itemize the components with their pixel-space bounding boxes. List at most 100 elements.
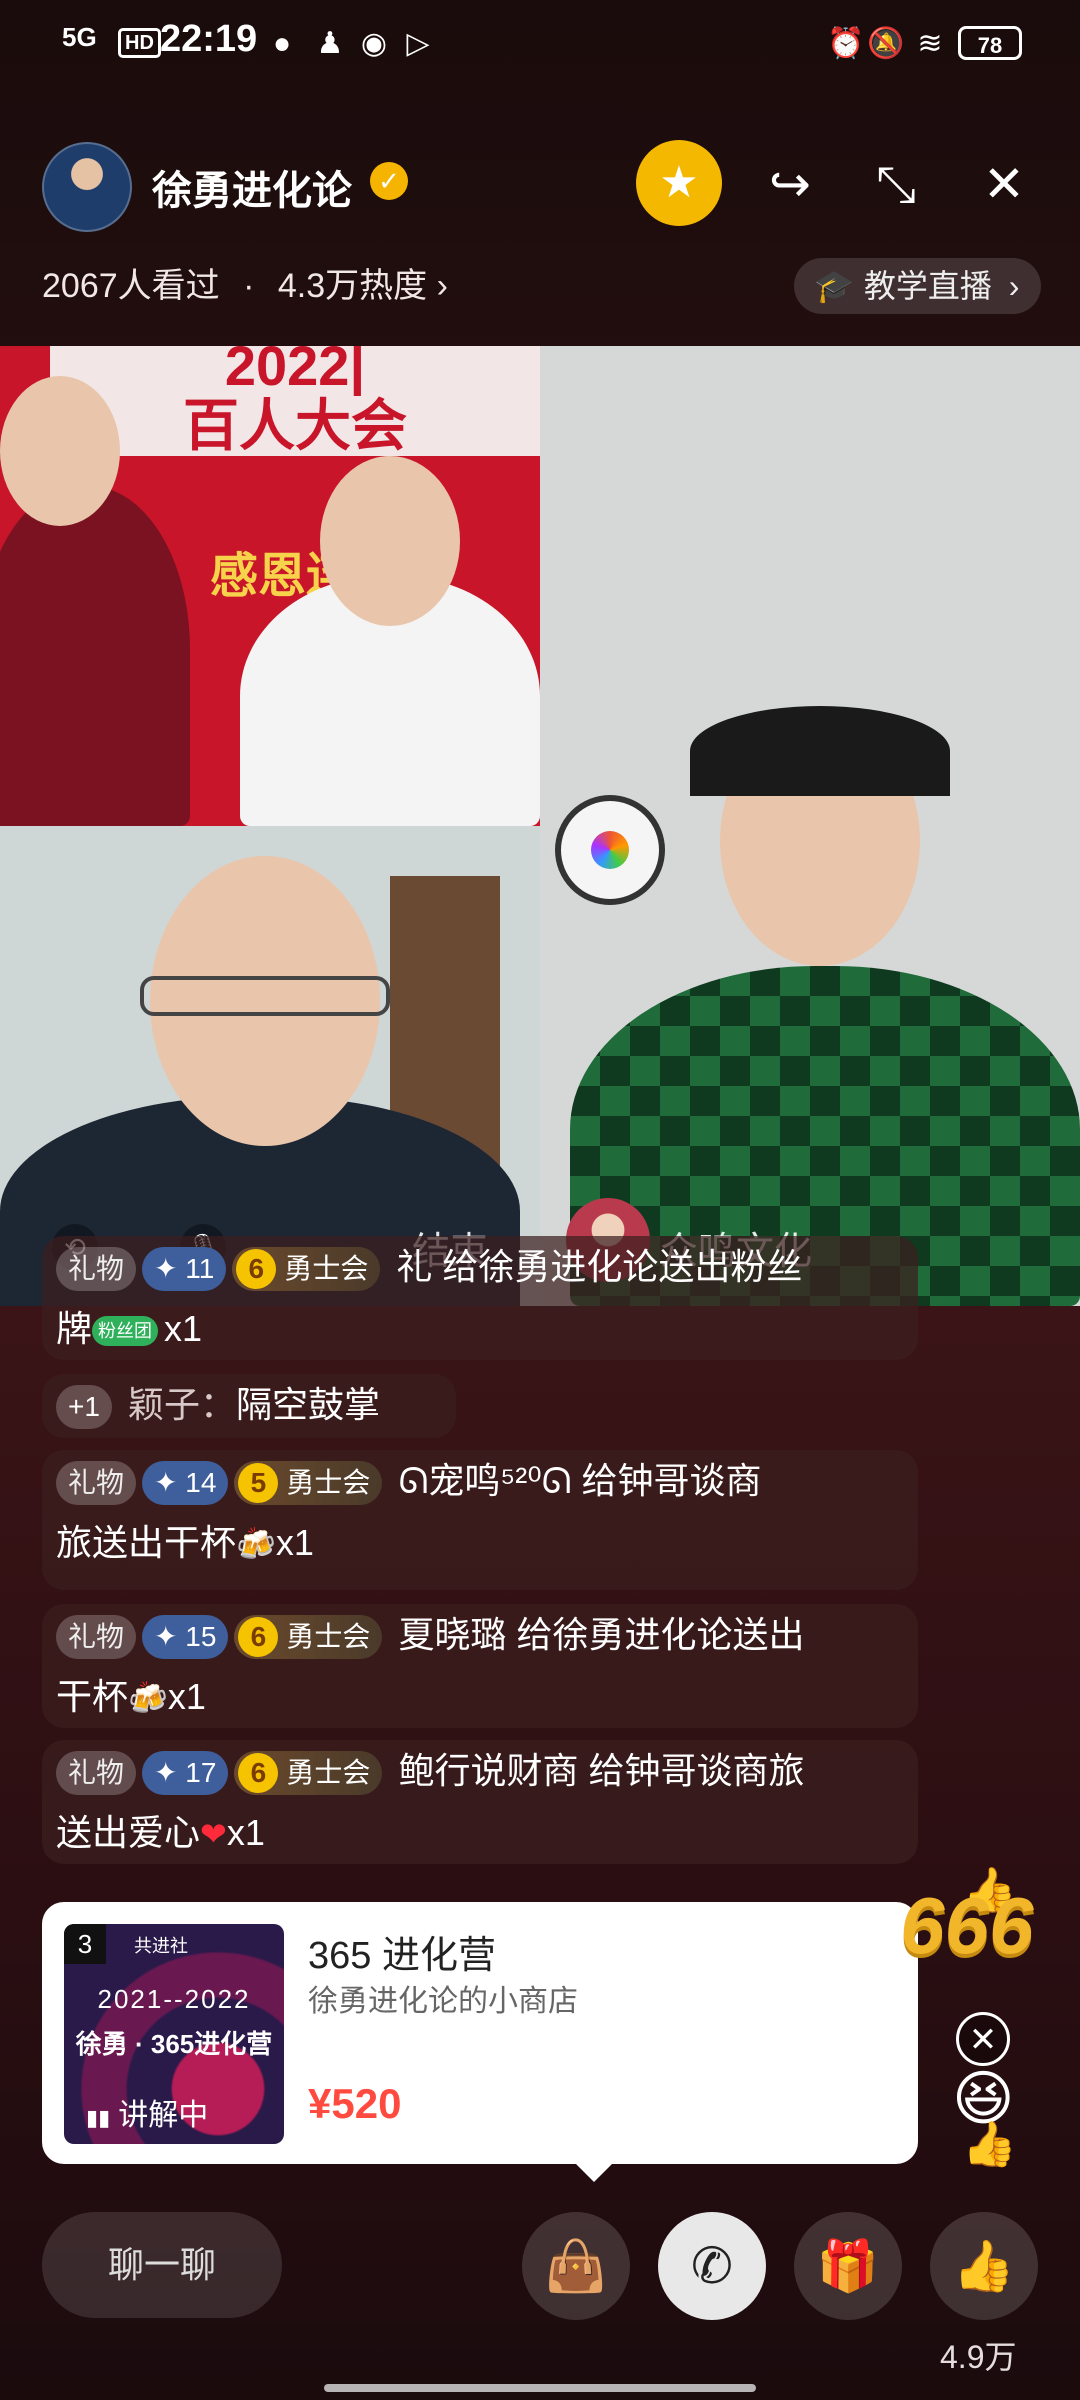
host-woman xyxy=(0,486,190,826)
gift-count: x1 xyxy=(167,1676,206,1717)
fan-level: 6 xyxy=(238,1617,279,1658)
explaining-label: 讲解中 xyxy=(118,2099,209,2132)
like-button[interactable]: 👍 xyxy=(930,2212,1038,2320)
user-level-badge: ✦ 15 xyxy=(142,1615,229,1660)
message-text: 礼 给徐勇进化论送出粉丝 xyxy=(396,1246,803,1287)
gift-tag: 礼物 xyxy=(56,1461,137,1506)
beer-icon: 🍻 xyxy=(128,1680,168,1716)
product-years: 2021--2022 xyxy=(97,1984,251,2014)
fan-club-name: 勇士会 xyxy=(286,1621,371,1653)
qq-icon: ♟ xyxy=(316,27,344,60)
anchor-avatar[interactable] xyxy=(42,142,132,232)
host-man-face xyxy=(320,456,460,626)
message-text-cont: 牌 xyxy=(56,1308,93,1349)
chat-message[interactable]: 礼物 ✦ 11 6 勇士会 礼 给徐勇进化论送出粉丝 牌粉丝团 x1 xyxy=(42,1236,918,1360)
message-text: ᘏ宠鸣⁵²⁰ᘏ 给钟哥谈商 xyxy=(398,1460,762,1501)
user-level-badge: ✦ 14 xyxy=(142,1461,229,1506)
compass-icon: ◉ xyxy=(360,27,388,60)
banner-line-2: 百人大会 xyxy=(183,394,407,457)
message-text-cont: 送出爱心 xyxy=(56,1812,201,1853)
user-level: 17 xyxy=(185,1757,217,1789)
close-icon[interactable]: ✕ xyxy=(956,2012,1010,2066)
live-stats[interactable]: 2067人看过 · 4.3万热度 › xyxy=(42,258,448,307)
gift-count: x1 xyxy=(226,1812,265,1853)
666-sticker: 666 xyxy=(900,1881,1034,1970)
thumbs-up-icon: 👍 xyxy=(962,2120,1017,2169)
chat-message[interactable]: 礼物 ✦ 14 5 勇士会 ᘏ宠鸣⁵²⁰ᘏ 给钟哥谈商 旅送出干杯🍻x1 xyxy=(42,1450,918,1590)
user-level: 11 xyxy=(185,1253,215,1285)
chat-message[interactable]: +1 颖子：隔空鼓掌 xyxy=(42,1374,456,1438)
gift-icon[interactable]: 🎁 xyxy=(794,2212,902,2320)
user-level: 14 xyxy=(185,1467,217,1499)
status-bar: 5G HD 22:19 ● ♟ ◉ ▷ ⏰ 🔕 ≋ 78 xyxy=(0,0,1080,90)
beer-icon: 🍻 xyxy=(236,1526,276,1562)
verified-icon: ✓ xyxy=(370,162,408,200)
glasses xyxy=(140,976,390,1016)
fan-club-badge: 6 勇士会 xyxy=(234,1751,383,1796)
message-text: 夏晓璐 给徐勇进化论送出 xyxy=(398,1614,805,1655)
heart-icon: ❤ xyxy=(200,1816,227,1852)
message-text-cont: 干杯 xyxy=(56,1676,129,1717)
user-level: 15 xyxy=(185,1621,217,1653)
video-tile-1[interactable]: 2022| 百人大会 感恩连 xyxy=(0,346,540,826)
share-icon[interactable]: ↪ xyxy=(754,148,826,220)
user-level-badge: ✦ 11 xyxy=(142,1247,227,1292)
fan-club-badge: 5 勇士会 xyxy=(234,1461,383,1506)
play-icon: ▷ xyxy=(406,27,430,60)
chat-message[interactable]: 礼物 ✦ 15 6 勇士会 夏晓璐 给徐勇进化论送出 干杯🍻x1 xyxy=(42,1604,918,1728)
fan-club-badge: 6 勇士会 xyxy=(232,1247,381,1292)
product-card[interactable]: 3 共进社 2021--2022 徐勇 · 365进化营 ▮▮ 讲解中 365 进… xyxy=(42,1902,918,2182)
chat-message[interactable]: 礼物 ✦ 17 6 勇士会 鲍行说财商 给钟哥谈商旅 送出爱心❤x1 xyxy=(42,1740,918,1864)
message-text: 鲍行说财商 给钟哥谈商旅 xyxy=(398,1750,805,1791)
user-level-badge: ✦ 17 xyxy=(142,1751,229,1796)
status-time: 22:19 xyxy=(160,18,258,60)
plus-badge: +1 xyxy=(56,1385,112,1430)
gift-count: x1 xyxy=(164,1308,203,1349)
category-tag[interactable]: 🎓 教学直播 › xyxy=(794,258,1042,314)
product-logo: 共进社 xyxy=(134,1936,188,1956)
video-call-icon[interactable]: ✆ xyxy=(658,2212,766,2320)
message-text-cont: 旅送出干杯 xyxy=(56,1522,237,1563)
fan-level: 5 xyxy=(238,1463,279,1504)
wifi-icon: ≋ xyxy=(917,27,943,60)
gift-tag: 礼物 xyxy=(56,1751,137,1796)
guest-woman-hair xyxy=(690,706,950,796)
shopping-bag-icon[interactable]: 👜 xyxy=(522,2212,630,2320)
gift-tag: 礼物 xyxy=(56,1615,137,1660)
fan-badge-icon: 粉丝团 xyxy=(92,1316,159,1347)
event-banner: 2022| 百人大会 xyxy=(50,346,540,456)
product-price: ¥520 xyxy=(308,2080,402,2127)
viewer-count: 2067人看过 xyxy=(42,267,220,305)
heat-count: 4.3万热度 xyxy=(277,267,428,305)
gift-tag: 礼物 xyxy=(56,1247,137,1292)
product-thumbnail[interactable]: 3 共进社 2021--2022 徐勇 · 365进化营 ▮▮ 讲解中 xyxy=(64,1924,284,2144)
fan-club-name: 勇士会 xyxy=(286,1467,371,1499)
chevron-right-icon: › xyxy=(1008,268,1020,304)
hd-indicator: HD xyxy=(118,28,161,58)
wechat-icon: ● xyxy=(272,27,292,60)
minimize-icon[interactable]: ⤡ xyxy=(860,148,932,220)
like-count: 4.9万 xyxy=(940,2339,1017,2375)
chat-username: 颖子： xyxy=(127,1384,236,1425)
fan-club-name: 勇士会 xyxy=(284,1253,369,1285)
banner-line-1: 2022| xyxy=(224,346,366,396)
home-indicator[interactable] xyxy=(324,2384,756,2392)
star-icon[interactable]: ★ xyxy=(636,140,722,226)
alarm-icon: ⏰ xyxy=(827,27,865,60)
wall-clock xyxy=(555,795,665,905)
chat-input[interactable]: 聊一聊 xyxy=(42,2212,282,2318)
mute-icon: 🔕 xyxy=(867,27,905,60)
anchor-name[interactable]: 徐勇进化论 xyxy=(152,158,352,216)
host-woman-face xyxy=(0,376,120,526)
fan-level: 6 xyxy=(238,1753,279,1794)
product-shop: 徐勇进化论的小商店 xyxy=(308,1985,578,2018)
fan-level: 6 xyxy=(236,1249,277,1290)
battery-indicator: 78 xyxy=(958,26,1022,60)
fan-club-badge: 6 勇士会 xyxy=(234,1615,383,1660)
product-thumb-title: 徐勇 · 365进化营 xyxy=(75,2029,273,2059)
stats-separator: · xyxy=(243,267,255,305)
fan-club-name: 勇士会 xyxy=(286,1757,371,1789)
chevron-right-icon: › xyxy=(436,267,448,305)
close-icon[interactable]: ✕ xyxy=(968,148,1040,220)
explaining-badge: ▮▮ 讲解中 xyxy=(86,2090,208,2134)
